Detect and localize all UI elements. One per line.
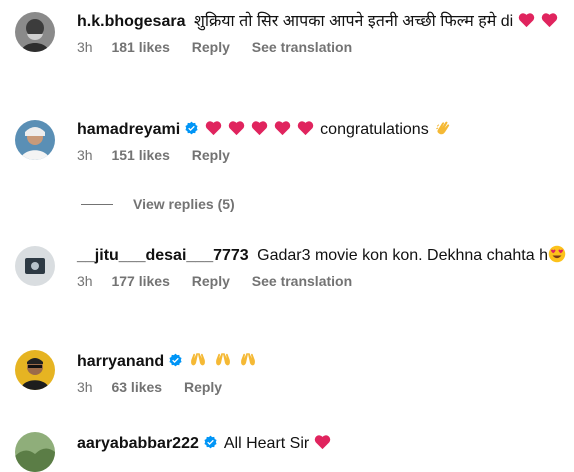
reply-button[interactable]: Reply	[192, 147, 230, 163]
reply-button[interactable]: Reply	[192, 273, 230, 289]
verified-badge-icon	[204, 435, 217, 449]
verified-badge-icon	[169, 353, 182, 367]
comment-username[interactable]: harryanand	[77, 353, 164, 370]
avatar[interactable]	[15, 12, 55, 52]
view-replies-label: View replies (5)	[133, 196, 235, 212]
comment-username[interactable]: aaryababbar222	[77, 435, 199, 452]
verified-badge-icon	[185, 121, 198, 135]
reply-button[interactable]: Reply	[184, 379, 222, 395]
clapping-hands-emoji-icon	[435, 121, 449, 135]
likes-count[interactable]: 181 likes	[111, 39, 169, 55]
comment-username[interactable]: hamadreyami	[77, 121, 180, 138]
comment-time: 3h	[77, 147, 93, 163]
heart-emoji-icon	[518, 13, 534, 28]
raising-hands-emoji-icon	[191, 353, 206, 366]
divider-line	[81, 203, 113, 205]
heart-emoji-icon	[274, 121, 291, 136]
comment-time: 3h	[77, 379, 93, 395]
view-replies-button[interactable]: View replies (5)	[81, 196, 235, 212]
heart-emoji-icon	[205, 121, 222, 136]
comment-text: All Heart Sir	[223, 435, 310, 452]
avatar[interactable]	[15, 120, 55, 160]
avatar[interactable]	[15, 432, 55, 472]
comment-text: congratulations	[320, 121, 429, 138]
comment-time: 3h	[77, 273, 93, 289]
raising-hands-emoji-icon	[241, 353, 256, 366]
raising-hands-emoji-icon	[216, 353, 231, 366]
likes-count[interactable]: 151 likes	[111, 147, 169, 163]
comment-username[interactable]: h.k.bhogesara	[77, 13, 185, 30]
comment-time: 3h	[77, 39, 93, 55]
comment-text: शुक्रिया तो सिर आपका आपने इतनी अच्छी फिल…	[193, 13, 514, 30]
heart-emoji-icon	[314, 435, 330, 450]
likes-count[interactable]: 63 likes	[111, 379, 162, 395]
heart-emoji-icon	[541, 13, 557, 28]
see-translation-link[interactable]: See translation	[252, 39, 352, 55]
comment-username[interactable]: __jitu___desai___7773	[77, 247, 249, 264]
comment-text: Gadar3 movie kon kon. Dekhna chahta h	[257, 247, 548, 264]
likes-count[interactable]: 177 likes	[111, 273, 169, 289]
see-translation-link[interactable]: See translation	[252, 273, 352, 289]
avatar[interactable]	[15, 350, 55, 390]
reply-button[interactable]: Reply	[192, 39, 230, 55]
heart-emoji-icon	[251, 121, 268, 136]
heart-emoji-icon	[228, 121, 245, 136]
heart-emoji-icon	[297, 121, 314, 136]
avatar[interactable]	[15, 246, 55, 286]
heart-eyes-emoji-icon	[548, 245, 566, 263]
